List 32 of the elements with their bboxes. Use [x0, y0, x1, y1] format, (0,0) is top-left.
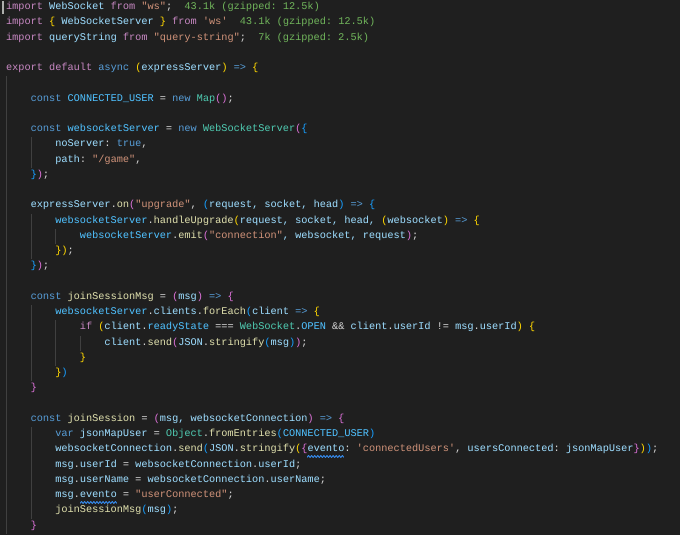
code-line: var jsonMapUser = Object.fromEntries(CONNECTED_USER): [55, 427, 376, 442]
code-line: import queryString from "query-string";: [6, 30, 246, 46]
code-line: websocketServer.emit("connection", websocket, request);: [80, 228, 418, 244]
code-line: const joinSession = (msg, websocketConnection) => {: [30, 412, 344, 427]
code-line: const websocketServer = new WebSocketServer({: [30, 122, 308, 137]
code-line: const joinSessionMsg = (msg) => {: [30, 290, 234, 305]
package-size-hint: 43.1k (gzipped: 12.5k): [184, 0, 320, 15]
code-line: expressServer.on("upgrade", (request, socket, head) => {: [30, 198, 376, 214]
code-line: import WebSocket from "ws";: [6, 0, 172, 15]
code-line: joinSessionMsg(msg);: [55, 503, 178, 518]
code-line: }: [30, 381, 37, 396]
code-line: });: [55, 244, 74, 259]
code-line: websocketConnection.send(JSON.stringify({evento: 'connectedUsers', usersConnected: jsonMapUser}));: [55, 442, 658, 458]
code-line: const CONNECTED_USER = new Map();: [30, 92, 234, 106]
code-line: msg.userId = websocketConnection.userId;: [55, 458, 302, 472]
code-line: import { WebSocketServer } from 'ws': [6, 15, 228, 30]
package-size-hint: 7k (gzipped: 2.5k): [258, 30, 369, 46]
code-line: });: [30, 259, 50, 274]
code-line: }): [55, 366, 68, 381]
code-line: msg.evento = "userConnected";: [55, 488, 234, 504]
code-line: noServer: true,: [55, 137, 148, 152]
code-line: if (client.readyState === WebSocket.OPEN && client.userId != msg.userId) {: [80, 320, 536, 336]
code-line: });: [30, 168, 50, 183]
code-line: client.send(JSON.stringify(msg));: [104, 336, 308, 350]
code-line: }: [80, 350, 86, 366]
code-line: websocketServer.handleUpgrade(request, socket, head, (websocket) => {: [55, 214, 480, 228]
package-size-hint: 43.1k (gzipped: 12.5k): [240, 15, 376, 30]
code-line: websocketServer.clients.forEach(client => {: [55, 305, 320, 320]
code-line: path: "/game",: [55, 152, 142, 168]
code-line: msg.userName = websocketConnection.userName;: [55, 472, 326, 488]
code-line: export default async (expressServer) => {: [6, 61, 258, 76]
code-line: }: [30, 518, 37, 534]
